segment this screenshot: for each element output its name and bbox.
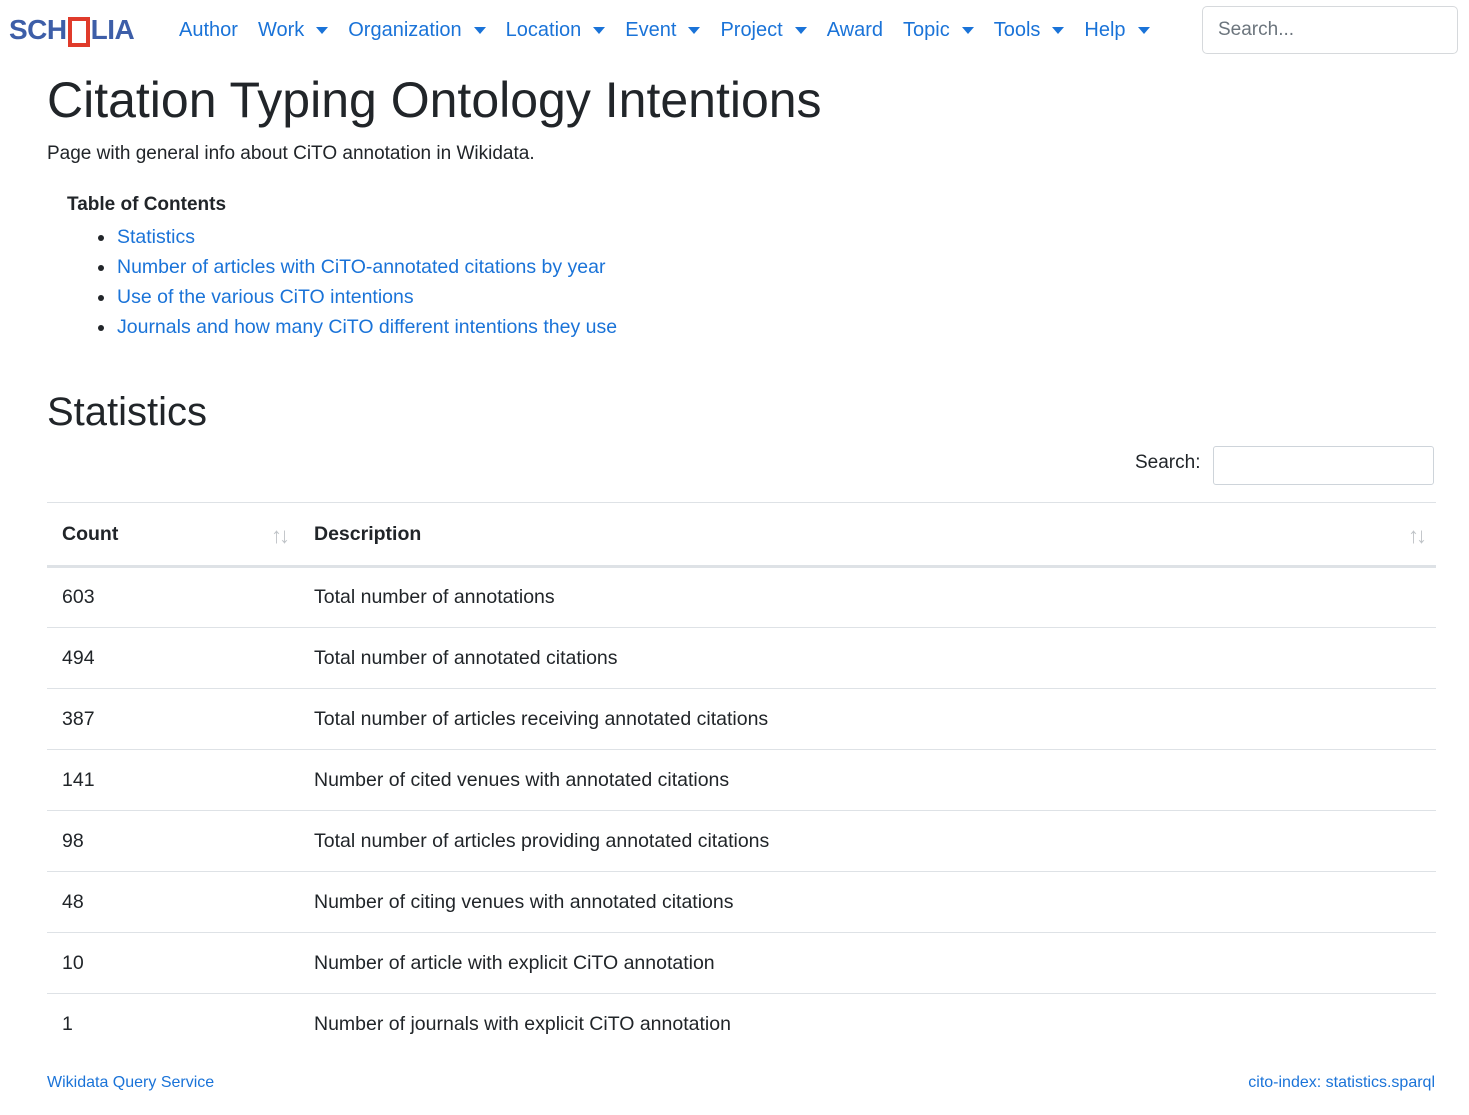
nav-item-author[interactable]: Author bbox=[169, 19, 248, 42]
count-cell: 141 bbox=[47, 749, 299, 811]
table-row: 603 Total number of annotations bbox=[47, 566, 1436, 628]
count-cell: 494 bbox=[47, 627, 299, 689]
table-row: 10 Number of article with explicit CiTO a… bbox=[47, 932, 1436, 994]
nav-item-event[interactable]: Event bbox=[615, 19, 710, 42]
caret-down-icon bbox=[794, 26, 807, 34]
nav-item-label: Work bbox=[257, 18, 305, 41]
nav-item-label: Author bbox=[179, 18, 238, 41]
toc-link-journals[interactable]: Journals and how many CiTO different int… bbox=[117, 316, 617, 338]
nav-item-award[interactable]: Award bbox=[817, 19, 893, 42]
logo-box-icon bbox=[67, 17, 90, 47]
count-cell: 387 bbox=[47, 688, 299, 750]
nav-item-label: Project bbox=[720, 18, 783, 41]
table-search-input[interactable] bbox=[1213, 446, 1434, 485]
table-row: 387 Total number of articles receiving an… bbox=[47, 688, 1436, 750]
nav-item-label: Event bbox=[625, 18, 677, 41]
table-row: 1 Number of journals with explicit CiTO a… bbox=[47, 994, 1436, 1055]
description-cell: Total number of articles receiving annot… bbox=[299, 688, 1436, 750]
caret-down-icon bbox=[316, 26, 329, 34]
description-cell: Number of cited venues with annotated ci… bbox=[299, 749, 1436, 811]
sort-icon[interactable]: ↑↓ bbox=[271, 523, 290, 549]
description-cell: Total number of annotations bbox=[299, 566, 1436, 628]
description-cell: Total number of articles providing annot… bbox=[299, 810, 1436, 872]
table-row: 48 Number of citing venues with annotated… bbox=[47, 871, 1436, 933]
page-title: Citation Typing Ontology Intentions bbox=[47, 72, 822, 128]
count-cell: 48 bbox=[47, 871, 299, 933]
table-search-label: Search: bbox=[1135, 452, 1201, 473]
toc-item: Use of the various CiTO intentions bbox=[67, 282, 617, 312]
nav-item-work[interactable]: Work bbox=[248, 19, 338, 42]
statistics-table-body: 603 Total number of annotations 494 Total n… bbox=[47, 566, 1436, 1055]
table-row: 98 Total number of articles providing ann… bbox=[47, 810, 1436, 872]
nav-item-help[interactable]: Help bbox=[1074, 19, 1159, 42]
toc-item: Number of articles with CiTO-annotated c… bbox=[67, 252, 617, 282]
page-description: Page with general info about CiTO annota… bbox=[47, 143, 535, 164]
caret-down-icon bbox=[1137, 26, 1150, 34]
toc-link-statistics[interactable]: Statistics bbox=[117, 226, 195, 248]
nav-item-location[interactable]: Location bbox=[496, 19, 616, 42]
column-header-label: Count bbox=[62, 522, 119, 545]
wikidata-query-service-link[interactable]: Wikidata Query Service bbox=[47, 1074, 214, 1092]
nav-item-tools[interactable]: Tools bbox=[984, 19, 1075, 42]
navbar: SCH LIA Author Work Organization Location Ev… bbox=[0, 0, 1469, 60]
sort-icon[interactable]: ↑↓ bbox=[1408, 523, 1427, 549]
navbar-search-input[interactable] bbox=[1202, 6, 1458, 54]
nav-item-label: Tools bbox=[993, 18, 1041, 41]
nav-item-project[interactable]: Project bbox=[710, 19, 816, 42]
column-header-count[interactable]: Count ↑↓ bbox=[47, 502, 299, 568]
statistics-table: Count ↑↓ Description ↑↓ 603 Total number … bbox=[47, 502, 1436, 1055]
toc-item: Journals and how many CiTO different int… bbox=[67, 312, 617, 342]
scholia-logo[interactable]: SCH LIA bbox=[9, 13, 135, 47]
nav-item-label: Award bbox=[826, 18, 884, 41]
toc-title: Table of Contents bbox=[67, 194, 227, 215]
sparql-source-link[interactable]: cito-index: statistics.sparql bbox=[1248, 1074, 1435, 1092]
statistics-heading: Statistics bbox=[47, 390, 208, 434]
main-nav: Author Work Organization Location Event Proje… bbox=[169, 15, 1160, 45]
table-row: 141 Number of cited venues with annotated… bbox=[47, 749, 1436, 811]
caret-down-icon bbox=[961, 26, 974, 34]
nav-item-label: Topic bbox=[903, 18, 950, 41]
nav-item-organization[interactable]: Organization bbox=[338, 19, 495, 42]
count-cell: 98 bbox=[47, 810, 299, 872]
count-cell: 1 bbox=[62, 1012, 73, 1035]
caret-down-icon bbox=[593, 26, 606, 34]
column-header-description[interactable]: Description ↑↓ bbox=[299, 502, 1436, 568]
toc-item: Statistics bbox=[67, 222, 617, 252]
column-header-label: Description bbox=[314, 522, 422, 545]
description-cell: Number of article with explicit CiTO ann… bbox=[299, 932, 1436, 994]
description-cell: Number of citing venues with annotated c… bbox=[299, 871, 1436, 933]
count-cell: 10 bbox=[47, 932, 299, 994]
caret-down-icon bbox=[688, 26, 701, 34]
nav-item-label: Location bbox=[505, 18, 582, 41]
table-of-contents: Table of Contents Statistics Number of a… bbox=[67, 192, 617, 342]
nav-item-label: Help bbox=[1084, 18, 1126, 41]
toc-list: Statistics Number of articles with CiTO-… bbox=[67, 222, 617, 342]
count-cell: 603 bbox=[47, 566, 299, 628]
description-cell: Number of journals with explicit CiTO an… bbox=[314, 1012, 731, 1035]
caret-down-icon bbox=[1052, 26, 1065, 34]
nav-item-label: Organization bbox=[348, 18, 462, 41]
toc-link-intentions-use[interactable]: Use of the various CiTO intentions bbox=[117, 286, 414, 308]
nav-item-topic[interactable]: Topic bbox=[893, 19, 984, 42]
logo-text-right: LIA bbox=[90, 14, 135, 45]
logo-text-left: SCH bbox=[9, 14, 67, 45]
toc-link-articles-by-year[interactable]: Number of articles with CiTO-annotated c… bbox=[117, 256, 605, 278]
caret-down-icon bbox=[473, 26, 486, 34]
table-row: 494 Total number of annotated citations bbox=[47, 627, 1436, 689]
description-cell: Total number of annotated citations bbox=[299, 627, 1436, 689]
